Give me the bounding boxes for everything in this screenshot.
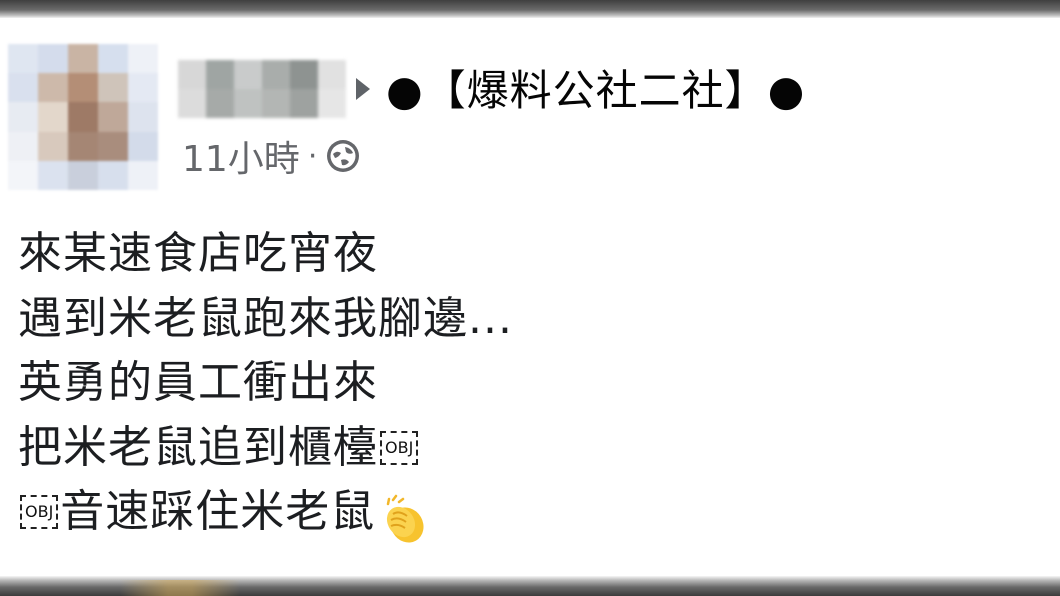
object-replacement-glyph: OBJ: [380, 430, 419, 465]
caret-right-icon: [356, 78, 370, 100]
bottom-dark-band: [0, 576, 1060, 596]
top-dark-band: [0, 0, 1060, 18]
post-body: 來某速食店吃宵夜 遇到米老鼠跑來我腳邊... 英勇的員工衝出來 把米老鼠追到櫃檯…: [18, 222, 513, 545]
blurred-author-name[interactable]: [178, 60, 346, 118]
object-replacement-glyph: OBJ: [20, 495, 59, 530]
post-meta: 11小時 ·: [182, 134, 361, 180]
public-globe-icon[interactable]: [325, 138, 361, 174]
post-line-text: 英勇的員工衝出來: [18, 357, 378, 408]
post-line: 遇到米老鼠跑來我腳邊...: [18, 287, 513, 352]
post-timestamp[interactable]: 11小時: [182, 130, 300, 182]
post-line: 把米老鼠追到櫃檯 OBJ: [18, 416, 513, 481]
post-line: OBJ 音速踩住米老鼠: [18, 480, 513, 545]
post-line: 英勇的員工衝出來: [18, 351, 513, 416]
group-name-link[interactable]: ●【爆料公社二社】●: [386, 62, 805, 120]
post-line-text: 音速踩住米老鼠: [60, 486, 376, 537]
post-line-text: 把米老鼠追到櫃檯: [18, 421, 378, 473]
post-line-text: 來某速食店吃宵夜: [18, 228, 378, 279]
post-line: 來某速食店吃宵夜: [18, 222, 513, 287]
facebook-post-screenshot: ●【爆料公社二社】● 11小時 · 來某速食店吃宵夜 遇到米老鼠跑來我腳邊...…: [0, 0, 1060, 596]
meta-separator: ·: [307, 138, 318, 174]
avatar[interactable]: [8, 44, 158, 190]
bottom-warm-highlight: [120, 580, 240, 596]
post-line-text: 遇到米老鼠跑來我腳邊...: [18, 292, 513, 344]
clapping-hands-icon: [387, 495, 424, 543]
